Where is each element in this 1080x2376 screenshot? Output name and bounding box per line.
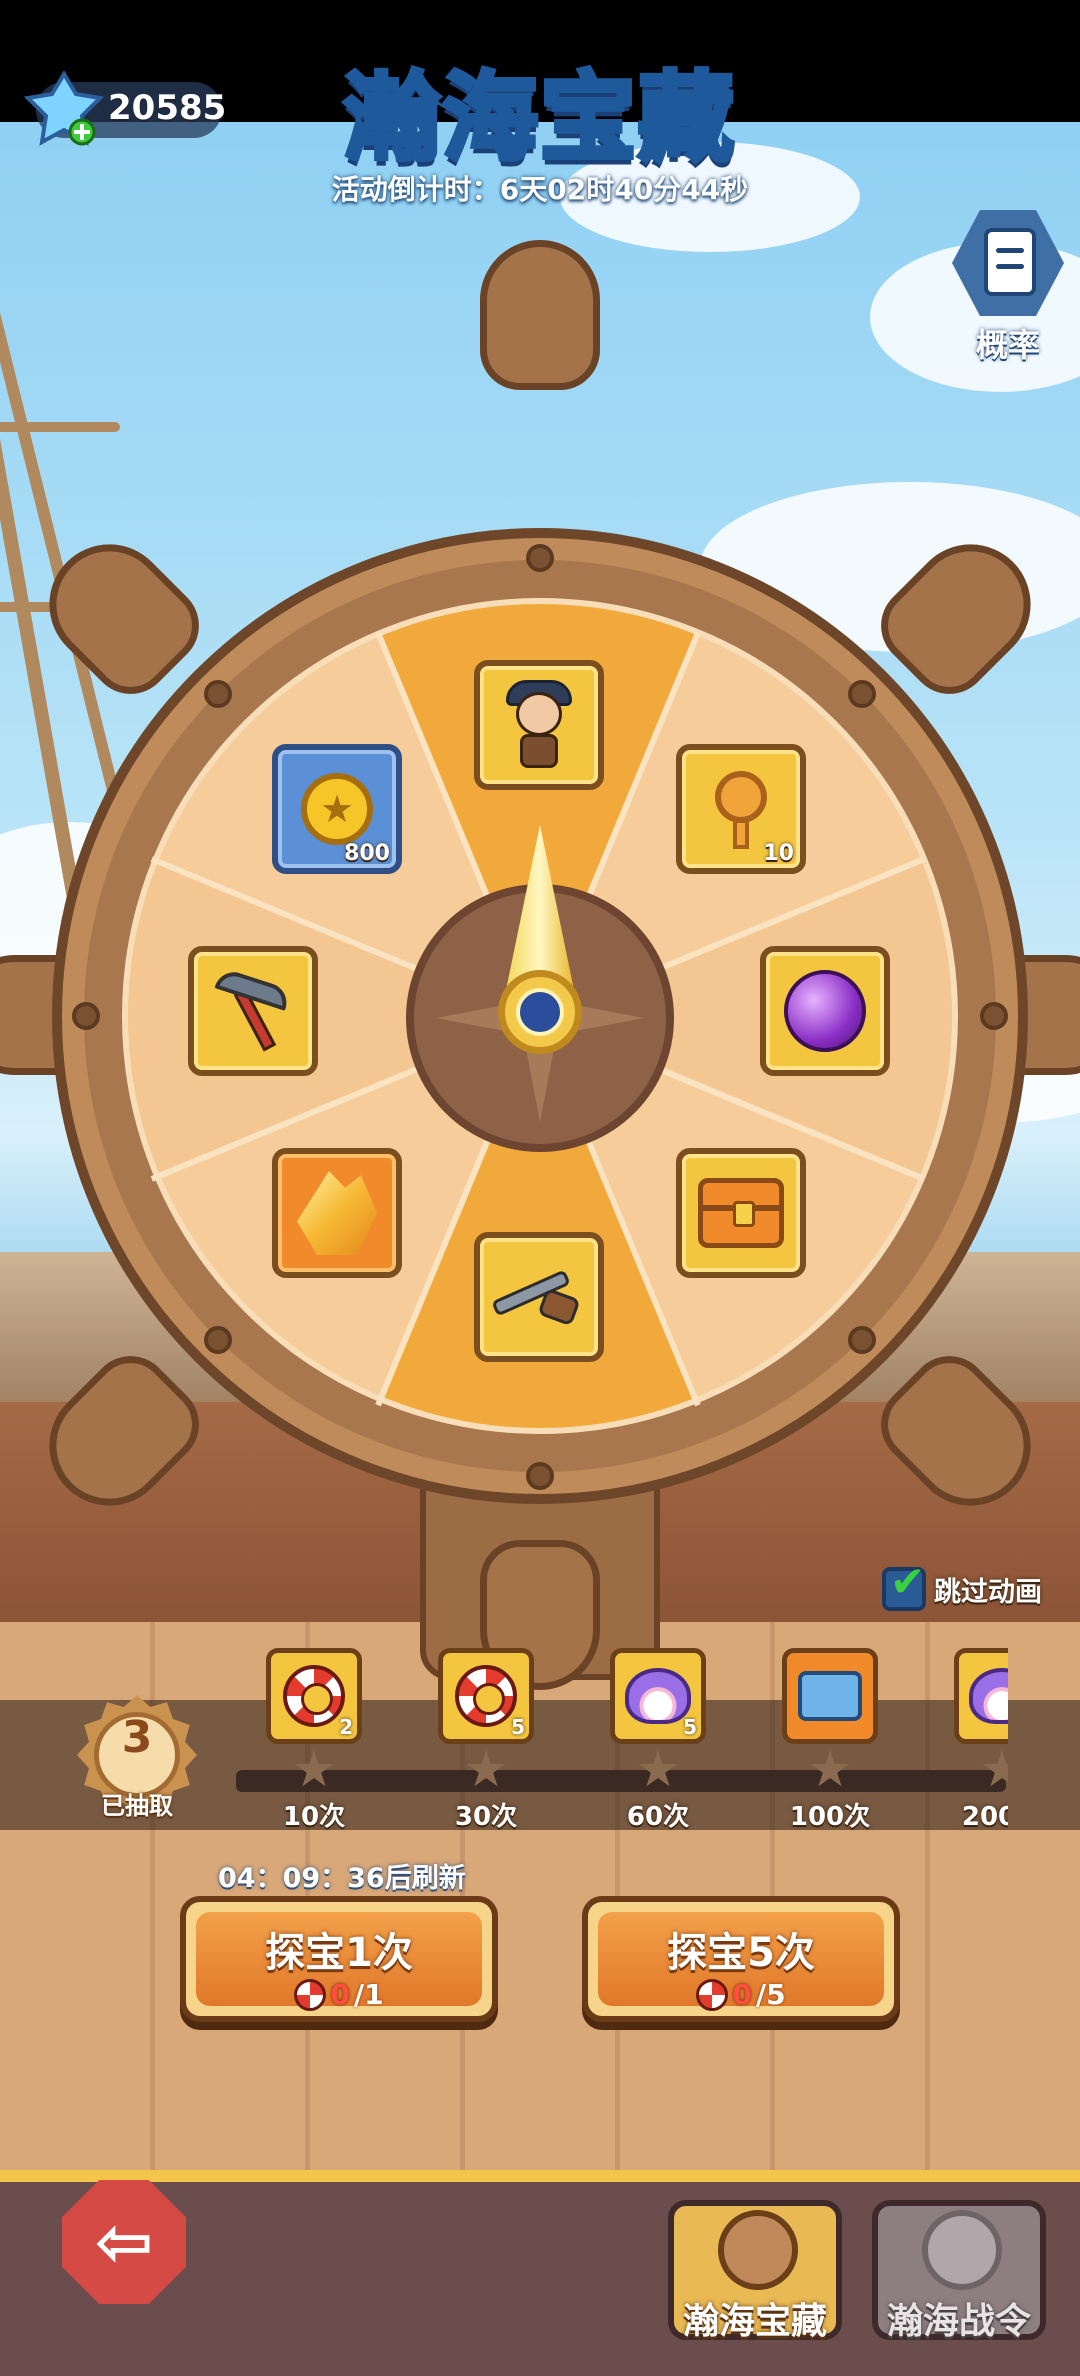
draw-once-button[interactable]: 探宝1次 0 /1 [180, 1896, 498, 2022]
cost-owned: 0 [732, 1978, 752, 2011]
draw-button-face: 探宝5次 0 /5 [598, 1912, 884, 2011]
prize-slot-pistol[interactable] [474, 1232, 604, 1362]
wheel-rivet [204, 680, 232, 708]
tab-battle-pass[interactable]: 瀚海战令 [872, 2200, 1046, 2342]
milestone-label: 200次 [961, 1802, 1008, 1832]
wheel-handle-top [480, 240, 600, 390]
ship-wheel-icon [718, 2210, 798, 2290]
milestone-label: 100次 [789, 1802, 871, 1832]
blue-chest-icon [798, 1671, 862, 1721]
wheel-rivet [980, 1002, 1008, 1030]
skip-animation-checkbox[interactable]: ✔ [882, 1561, 926, 1611]
prize-slot-pirate[interactable] [474, 660, 604, 790]
milestone-reward-slot[interactable] [782, 1648, 878, 1744]
skip-animation-label: 跳过动画 [934, 1576, 1042, 1608]
golden-key-icon [701, 769, 781, 849]
cost-owned: 0 [330, 1978, 350, 2011]
lifebuoy-icon [455, 1665, 517, 1727]
draw-button-face: 探宝1次 0 /1 [196, 1912, 482, 2011]
milestone-reward-slot[interactable]: 2 [266, 1648, 362, 1744]
draw-once-label: 探宝1次 [265, 1930, 413, 1976]
wheel-rivet [526, 544, 554, 572]
checkmark-icon: ✔ [890, 1557, 926, 1606]
lifebuoy-icon [696, 1978, 729, 2011]
star-icon [638, 1750, 678, 1787]
prize-qty: 10 [763, 841, 794, 866]
draw-count-badge: 3 已抽取 [72, 1690, 202, 1820]
pearl-shell-icon [969, 1668, 1008, 1724]
wheel-handle-bottom-left [24, 1339, 216, 1531]
milestone-rewards: 2 10次 5 30次 5 60次 100次 200次 [236, 1640, 1008, 1840]
refresh-timer: 04：09：36后刷新 [218, 1863, 466, 1894]
draw-count-value: 3 [121, 1712, 153, 1763]
prize-slot-crystal[interactable] [272, 1148, 402, 1278]
wheel-rivet [848, 680, 876, 708]
prize-slot-coin[interactable]: 800 [272, 744, 402, 874]
star-icon [982, 1750, 1008, 1787]
milestone-item[interactable]: 5 60次 [580, 1640, 730, 1840]
cost-required: /5 [755, 1978, 786, 2011]
tab-battle-pass-label: 瀚海战令 [886, 2301, 1031, 2342]
star-icon [294, 1750, 334, 1787]
wheel-rivet [848, 1326, 876, 1354]
pickaxe-icon [210, 967, 296, 1054]
skip-animation-toggle[interactable]: ✔ 跳过动画 [882, 1561, 1042, 1612]
prize-slot-key[interactable]: 10 [676, 744, 806, 874]
draw-once-cost: 0 /1 [196, 1978, 482, 2011]
draw-five-cost: 0 /5 [598, 1978, 884, 2011]
wheel-handle-bottom-right [864, 1339, 1056, 1531]
milestone-qty: 5 [511, 1715, 525, 1739]
blue-gem-icon [24, 70, 104, 146]
milestone-item[interactable]: 100次 [752, 1640, 902, 1840]
treasure-chest-icon [698, 1178, 784, 1248]
wheel-rivet [72, 1002, 100, 1030]
lifebuoy-icon [283, 1665, 345, 1727]
tab-treasure[interactable]: 瀚海宝藏 [668, 2200, 842, 2342]
milestone-reward-slot[interactable]: 5 [610, 1648, 706, 1744]
currency-amount: 20585 [108, 88, 227, 128]
tab-treasure-label: 瀚海宝藏 [682, 2301, 827, 2342]
star-icon [466, 1750, 506, 1787]
milestone-label: 30次 [454, 1802, 518, 1832]
pirate-character-icon [504, 680, 574, 770]
star-icon [810, 1750, 850, 1787]
pointer-gem-icon [516, 988, 564, 1036]
milestone-reward-slot[interactable] [954, 1648, 1008, 1744]
milestone-item[interactable]: 200次 [924, 1640, 1008, 1840]
milestone-item[interactable]: 5 30次 [408, 1640, 558, 1840]
back-arrow-icon[interactable]: ⇦ [62, 2180, 186, 2304]
wheel-rivet [526, 1462, 554, 1490]
event-title: 瀚海宝藏 [342, 60, 737, 177]
gold-coin-icon [301, 773, 373, 845]
wheel-rivet [204, 1326, 232, 1354]
draw-five-button[interactable]: 探宝5次 0 /5 [582, 1896, 900, 2022]
prize-slot-chest[interactable] [676, 1148, 806, 1278]
purple-orb-icon [784, 970, 866, 1052]
lifebuoy-icon [294, 1978, 327, 2011]
prize-slot-pickaxe[interactable] [188, 946, 318, 1076]
milestone-label: 10次 [282, 1802, 346, 1832]
draw-five-label: 探宝5次 [667, 1930, 815, 1976]
pirate-emblem-icon [922, 2210, 1002, 2290]
milestone-label: 60次 [626, 1802, 690, 1832]
pearl-shell-icon [625, 1668, 691, 1724]
milestone-qty: 5 [683, 1715, 697, 1739]
prize-qty: 800 [344, 841, 390, 866]
event-countdown: 活动倒计时：6天02时40分44秒 [331, 173, 749, 206]
draw-count-label: 已抽取 [101, 1792, 173, 1820]
prize-slot-orb[interactable] [760, 946, 890, 1076]
gold-crystal-icon [297, 1171, 377, 1255]
cost-required: /1 [353, 1978, 384, 2011]
ship-wheel: 10 800 [0, 240, 1080, 1690]
flintlock-pistol-icon [491, 1269, 587, 1327]
milestone-item[interactable]: 2 10次 [236, 1640, 386, 1840]
milestone-qty: 2 [339, 1715, 353, 1739]
milestone-reward-slot[interactable]: 5 [438, 1648, 534, 1744]
